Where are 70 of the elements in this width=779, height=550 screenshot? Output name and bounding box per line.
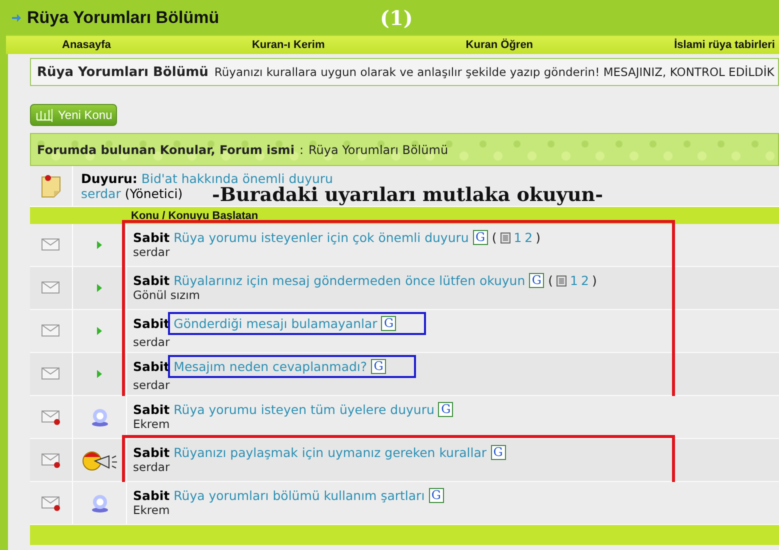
google-badge[interactable]: G xyxy=(472,230,488,245)
paren: ( xyxy=(492,230,497,245)
forum-title: Rüya Yorumları Bölümü xyxy=(27,8,220,28)
orb-icon xyxy=(90,493,108,513)
announcement-label: Duyuru: xyxy=(81,171,138,186)
nav-link[interactable]: İslami rüya tabirleri xyxy=(674,39,775,52)
topic-author: serdar xyxy=(133,378,171,393)
paren: ) xyxy=(592,273,597,288)
separator: : xyxy=(299,142,304,156)
sticky-label: Sabit xyxy=(133,359,170,374)
forum-header-label: Forumda bulunan Konular, Forum ismi xyxy=(37,142,294,156)
nav-link[interactable]: Anasayfa xyxy=(62,39,111,52)
sticky-label: Sabit xyxy=(133,316,170,331)
topic-link[interactable]: Rüya yorumu isteyenler için çok önemli duyuru xyxy=(174,230,469,245)
envelope-icon xyxy=(41,280,61,296)
topic-author: serdar xyxy=(133,460,171,475)
topic-author: Ekrem xyxy=(133,417,171,432)
note-pin-icon xyxy=(39,173,63,199)
arrow-icon xyxy=(97,284,102,292)
topic-link[interactable]: Rüyanızı paylaşmak için uymanız gereken kurallar xyxy=(174,445,487,460)
sticky-label: Sabit xyxy=(133,488,170,503)
sticky-label: Sabit xyxy=(133,230,170,245)
topic-author: Ekrem xyxy=(133,503,171,518)
sticky-label: Sabit xyxy=(133,273,170,288)
nav-link[interactable]: Kuran-ı Kerim xyxy=(252,39,325,52)
paren: ) xyxy=(536,230,541,245)
new-topic-button[interactable]: Yeni Konu xyxy=(30,104,118,126)
google-badge[interactable]: G xyxy=(428,488,444,503)
page-link[interactable]: 2 xyxy=(580,273,589,288)
page-link[interactable]: 2 xyxy=(524,230,533,245)
topic-author: serdar xyxy=(133,245,171,260)
topic-link[interactable]: Rüya yorumu isteyen tüm üyelere duyuru xyxy=(174,402,434,417)
description-title: Rüya Yorumları Bölümü xyxy=(37,64,208,80)
nav-link[interactable]: Kuran Öğren xyxy=(466,39,534,52)
author-link[interactable]: serdar xyxy=(81,186,121,201)
envelope-icon xyxy=(41,238,61,252)
google-badge[interactable]: G xyxy=(371,359,386,374)
page-icon xyxy=(556,274,568,286)
announcement-link[interactable]: Bid'at hakkında önemli duyuru xyxy=(141,171,333,186)
google-badge[interactable]: G xyxy=(381,316,396,331)
envelope-icon xyxy=(41,324,61,338)
topic-link[interactable]: Gönderdiği mesajı bulamayanlar xyxy=(174,316,378,331)
topic-author: serdar xyxy=(133,335,171,350)
orb-icon xyxy=(90,407,108,427)
topic-link[interactable]: Rüya yorumları bölümü kullanım şartları xyxy=(174,488,425,503)
arrow-icon xyxy=(97,241,102,249)
description-text: Rüyanızı kurallara uygun olarak ve anlaşılır şekilde yazıp gönderin! MESAJINIZ, KONTROL EDİLDİK xyxy=(214,65,774,79)
annotation-note: -Buradaki uyarıları mutlaka okuyun- xyxy=(212,185,603,205)
annotation-number: (1) xyxy=(380,6,413,30)
paren: ( xyxy=(548,273,554,288)
topic-link[interactable]: Mesajım neden cevaplanmadı? xyxy=(174,359,368,374)
sticky-label: Sabit xyxy=(133,445,170,460)
page-link[interactable]: 1 xyxy=(514,230,522,245)
arrow-icon xyxy=(97,370,102,378)
author-role: (Yönetici) xyxy=(124,186,183,201)
topic-link[interactable]: Rüyalarınız için mesaj göndermeden önce lütfen okuyun xyxy=(174,273,526,288)
arrow-icon xyxy=(97,327,102,335)
forum-name: Rüya Yorumları Bölümü xyxy=(308,142,448,156)
page-link[interactable]: 1 xyxy=(570,273,578,288)
google-badge[interactable]: G xyxy=(529,273,544,288)
locked-envelope-icon xyxy=(41,410,61,424)
page-icon xyxy=(500,232,511,244)
topic-author: Gönül sızım xyxy=(133,288,201,303)
sticky-label: Sabit xyxy=(133,402,170,417)
envelope-icon xyxy=(41,366,61,382)
locked-envelope-icon xyxy=(41,452,61,468)
google-badge[interactable]: G xyxy=(490,445,506,460)
google-badge[interactable]: G xyxy=(438,402,454,417)
locked-envelope-icon xyxy=(41,496,61,510)
arrow-icon xyxy=(12,14,21,22)
